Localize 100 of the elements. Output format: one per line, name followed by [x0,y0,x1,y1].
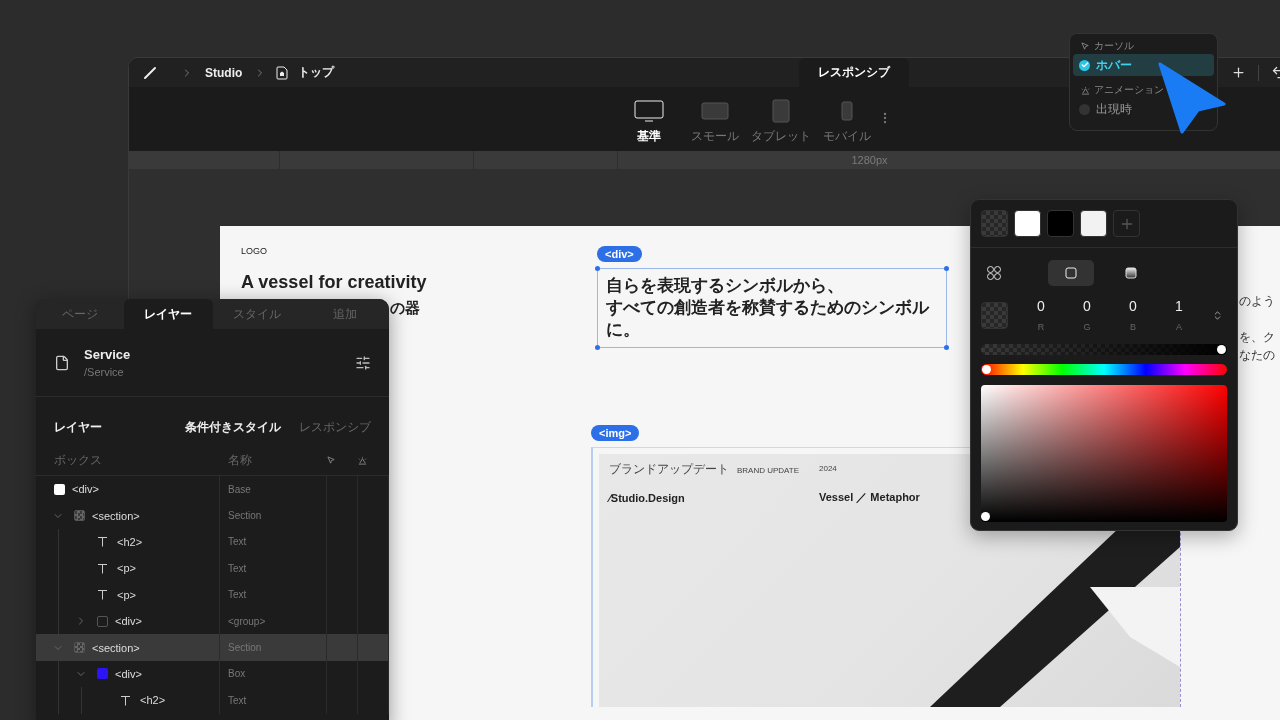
fill-mode-button[interactable] [1048,260,1094,286]
panel-tab[interactable]: レイヤー [124,299,213,329]
layer-name: Box [228,668,246,680]
channel-value[interactable]: 1 [1175,298,1183,314]
layer-tag: <div> [72,483,99,496]
element-tag: <img> [591,425,640,441]
text-line: すべての創造者を称賛するためのシンボルに。 [606,297,931,341]
cursor-icon [327,456,336,465]
image-label: BRAND UPDATE [737,466,800,475]
monitor-icon [633,100,664,122]
empty-swatch [97,615,108,627]
layer-tag: <p> [117,562,136,575]
text-icon [120,694,131,706]
menu-item[interactable]: 出現時 [1073,98,1214,120]
image-title: Vessel ／ Metaphor [819,490,921,505]
layer-tag: <section> [92,641,140,654]
channel-value[interactable]: 0 [1037,298,1045,314]
device-option[interactable]: タブレット [749,99,812,145]
alpha-slider[interactable] [981,344,1227,355]
menu-item[interactable]: ホバー [1073,54,1214,76]
add-icon[interactable] [1231,65,1246,80]
layer-name: Text [228,589,247,601]
selected-text-block[interactable]: 自らを表現するシンボルから、 すべての創造者を称賛するためのシンボルに。 [597,268,947,348]
breadcrumb-link[interactable]: Studio [193,65,255,80]
layer-row[interactable]: <div> Base [36,476,389,503]
channel-label: G [1083,322,1091,332]
pattern-swatch [74,510,85,522]
hue-slider[interactable] [981,364,1227,375]
channel-value[interactable]: 0 [1083,298,1091,314]
device-option[interactable]: 基準 [617,99,680,145]
logo-text: LOGO [241,246,268,256]
layer-tag: <h2> [140,694,166,707]
text-icon [97,589,108,601]
responsive-tab[interactable]: レスポンシブ [799,58,909,87]
pen-icon [143,65,157,80]
section-heading: レイヤー [54,419,102,436]
body-text: なたの [1239,347,1276,364]
page-icon [54,354,70,371]
layer-tag: <section> [92,509,140,522]
text-line: 自らを表現するシンボルから、 [606,275,845,297]
page-path: /Service [84,366,125,378]
layer-name: <group> [228,615,266,627]
saturation-area[interactable] [981,385,1227,522]
filter-tab[interactable]: 条件付きスタイル [185,419,281,436]
pattern-swatch [74,642,85,654]
color-swatch[interactable] [1047,210,1074,237]
layer-row[interactable]: <h2> Text [36,528,389,556]
menu-section-title: アニメーション [1094,83,1164,97]
tablet-icon [771,99,790,123]
phone-icon [840,101,853,121]
add-swatch-button[interactable] [1113,210,1140,237]
settings-icon[interactable] [355,354,371,371]
channel-label: R [1037,322,1045,332]
image-brand: ⁄Studio.Design [609,491,686,504]
color-swatch[interactable] [1014,210,1041,237]
body-text: のよう [1239,293,1276,310]
palette-icon [986,265,1002,281]
menu-section-title: カーソル [1094,39,1134,53]
layer-name: Text [228,536,247,548]
layer-name: Section [228,642,262,654]
animation-icon [1081,85,1090,95]
stepper-icon[interactable] [1212,309,1223,321]
check-icon [1080,61,1089,69]
layer-tag: <div> [115,667,142,680]
page-breadcrumb[interactable]: トップ [288,64,347,81]
layer-row[interactable]: <div> Box [36,660,389,688]
laptop-icon [700,100,729,122]
layer-tag: <div> [115,615,142,628]
element-tag: <div> [597,246,642,262]
color-swatch[interactable] [1080,210,1107,237]
device-option[interactable]: モバイル [815,99,878,145]
cursor-icon [1081,41,1090,51]
layer-tag: <h2> [117,535,143,548]
image-year: 2024 [819,464,838,473]
page-title: Service [84,347,131,362]
layer-row[interactable]: <p> Text [36,581,389,608]
column-header: ボックス [53,452,103,469]
image-label: ブランドアップデート [609,462,729,476]
hero-subheading: の器 [390,299,421,318]
gradient-fill-icon [1125,267,1137,279]
solid-fill-icon [1065,267,1077,279]
text-icon [97,536,108,548]
layer-name: Section [228,510,262,522]
layer-row[interactable]: <section> Section [36,502,389,529]
layer-row[interactable]: <h2> Text [36,687,389,714]
layer-name: Text [228,562,247,574]
channel-value[interactable]: 0 [1129,298,1137,314]
layer-name: Base [228,483,251,495]
column-header: 名称 [227,452,253,469]
body-text: を、ク [1239,329,1276,346]
device-option[interactable]: スモール [683,99,746,145]
layer-name: Text [228,694,247,706]
channel-label: B [1130,322,1136,332]
layer-row[interactable]: <p> Text [36,555,389,582]
layer-row[interactable]: <section> Section [36,634,389,661]
layer-tag: <p> [117,588,136,601]
home-page-icon [276,65,289,80]
ruler-width: 1280px [851,154,888,166]
text-icon [97,562,108,574]
transparent-swatch[interactable] [981,210,1008,237]
